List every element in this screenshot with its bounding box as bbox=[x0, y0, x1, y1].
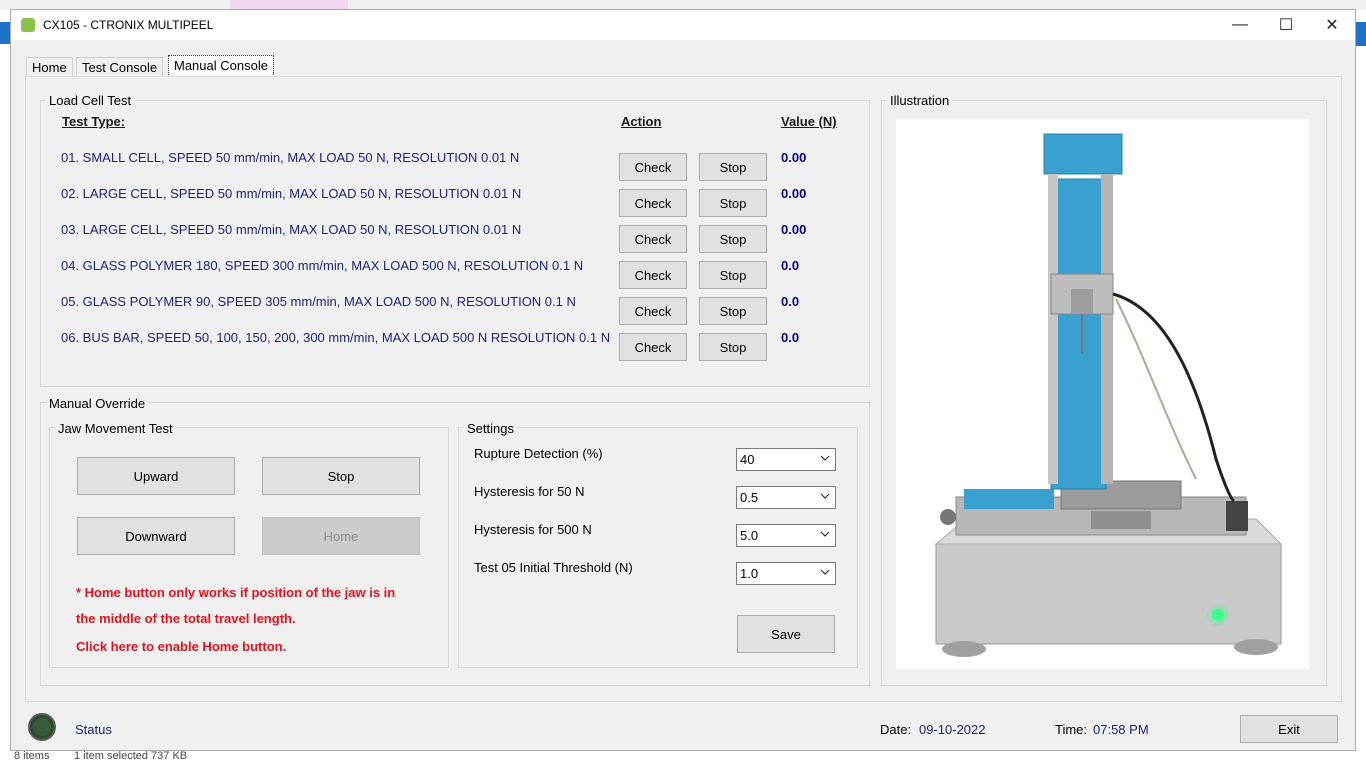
hysteresis-50-value: 0.5 bbox=[740, 490, 759, 505]
maximize-button[interactable]: ☐ bbox=[1263, 10, 1309, 40]
hysteresis-500-value: 5.0 bbox=[740, 528, 759, 543]
rupture-detection-select[interactable]: 40 bbox=[736, 448, 836, 471]
close-button[interactable]: ✕ bbox=[1309, 10, 1355, 40]
home-button: Home bbox=[262, 517, 420, 555]
chevron-down-icon bbox=[820, 569, 830, 575]
home-note-line-1: * Home button only works if position of … bbox=[76, 585, 396, 600]
enable-home-link[interactable]: Click here to enable Home button. bbox=[76, 639, 286, 654]
save-button[interactable]: Save bbox=[737, 615, 835, 653]
hysteresis-500-select[interactable]: 5.0 bbox=[736, 524, 836, 547]
window-title: CX105 - CTRONIX MULTIPEEL bbox=[43, 18, 214, 32]
check-button-6[interactable]: Check bbox=[619, 333, 687, 361]
test-row-4-label: 04. GLASS POLYMER 180, SPEED 300 mm/min,… bbox=[61, 258, 584, 273]
time-value: 07:58 PM bbox=[1093, 722, 1149, 737]
background-edge-left bbox=[0, 22, 10, 44]
value-3: 0.00 bbox=[781, 222, 807, 237]
stop-button-6[interactable]: Stop bbox=[699, 333, 767, 361]
illustration-label: Illustration bbox=[887, 93, 953, 108]
minimize-button[interactable]: — bbox=[1217, 10, 1263, 40]
check-button-2[interactable]: Check bbox=[619, 189, 687, 217]
background-edge-right bbox=[1356, 22, 1366, 46]
test-row-5-label: 05. GLASS POLYMER 90, SPEED 305 mm/min, … bbox=[61, 294, 576, 309]
status-label: Status bbox=[75, 722, 112, 737]
tab-test-console[interactable]: Test Console bbox=[76, 57, 164, 77]
explorer-selection: 1 item selected 737 KB bbox=[74, 750, 188, 762]
jaw-movement-label: Jaw Movement Test bbox=[55, 421, 176, 436]
test-row-6-label: 06. BUS BAR, SPEED 50, 100, 150, 200, 30… bbox=[61, 330, 611, 345]
exit-button[interactable]: Exit bbox=[1240, 715, 1338, 743]
value-1: 0.00 bbox=[781, 150, 807, 165]
value-4: 0.0 bbox=[781, 258, 800, 273]
hysteresis-500-label: Hysteresis for 500 N bbox=[474, 522, 592, 537]
date-label: Date: bbox=[880, 722, 912, 737]
home-note-line-2: the middle of the total travel length. bbox=[76, 611, 296, 626]
check-button-5[interactable]: Check bbox=[619, 297, 687, 325]
tab-home[interactable]: Home bbox=[26, 57, 73, 77]
initial-threshold-value: 1.0 bbox=[740, 566, 759, 581]
header-test-type: Test Type: bbox=[62, 114, 126, 129]
manual-override-label: Manual Override bbox=[46, 396, 149, 411]
rupture-detection-label: Rupture Detection (%) bbox=[474, 446, 603, 461]
explorer-status-bar: 8 items 1 item selected 737 KB bbox=[0, 748, 1366, 768]
explorer-item-count: 8 items bbox=[14, 750, 50, 762]
check-button-4[interactable]: Check bbox=[619, 261, 687, 289]
stop-button-2[interactable]: Stop bbox=[699, 189, 767, 217]
test-row-1-label: 01. SMALL CELL, SPEED 50 mm/min, MAX LOA… bbox=[61, 150, 520, 165]
rupture-detection-value: 40 bbox=[740, 452, 755, 467]
initial-threshold-select[interactable]: 1.0 bbox=[736, 562, 836, 585]
test-row-2-label: 02. LARGE CELL, SPEED 50 mm/min, MAX LOA… bbox=[61, 186, 522, 201]
hysteresis-50-label: Hysteresis for 50 N bbox=[474, 484, 585, 499]
header-value: Value (N) bbox=[781, 114, 837, 129]
title-bar: CX105 - CTRONIX MULTIPEEL — ☐ ✕ bbox=[11, 10, 1355, 40]
initial-threshold-label: Test 05 Initial Threshold (N) bbox=[474, 560, 633, 575]
check-button-3[interactable]: Check bbox=[619, 225, 687, 253]
stop-button-3[interactable]: Stop bbox=[699, 225, 767, 253]
downward-button[interactable]: Downward bbox=[77, 517, 235, 555]
chevron-down-icon bbox=[820, 493, 830, 499]
stop-button-4[interactable]: Stop bbox=[699, 261, 767, 289]
peel-tester-image bbox=[934, 133, 1283, 657]
header-action: Action bbox=[621, 114, 662, 129]
value-6: 0.0 bbox=[781, 330, 800, 345]
check-button-1[interactable]: Check bbox=[619, 153, 687, 181]
test-row-3-label: 03. LARGE CELL, SPEED 50 mm/min, MAX LOA… bbox=[61, 222, 522, 237]
value-2: 0.00 bbox=[781, 186, 807, 201]
stop-button-1[interactable]: Stop bbox=[699, 153, 767, 181]
upward-button[interactable]: Upward bbox=[77, 457, 235, 495]
chevron-down-icon bbox=[820, 455, 830, 461]
machine-illustration bbox=[896, 119, 1309, 669]
load-cell-test-label: Load Cell Test bbox=[46, 93, 135, 108]
value-5: 0.0 bbox=[781, 294, 800, 309]
status-indicator-icon bbox=[28, 713, 56, 741]
stop-button-5[interactable]: Stop bbox=[699, 297, 767, 325]
time-label: Time: bbox=[1055, 722, 1088, 737]
chevron-down-icon bbox=[820, 531, 830, 537]
date-value: 09-10-2022 bbox=[919, 722, 986, 737]
tab-manual-console[interactable]: Manual Console bbox=[168, 55, 274, 77]
hysteresis-50-select[interactable]: 0.5 bbox=[736, 486, 836, 509]
jaw-stop-button[interactable]: Stop bbox=[262, 457, 420, 495]
settings-label: Settings bbox=[464, 421, 517, 436]
app-icon bbox=[21, 18, 35, 32]
